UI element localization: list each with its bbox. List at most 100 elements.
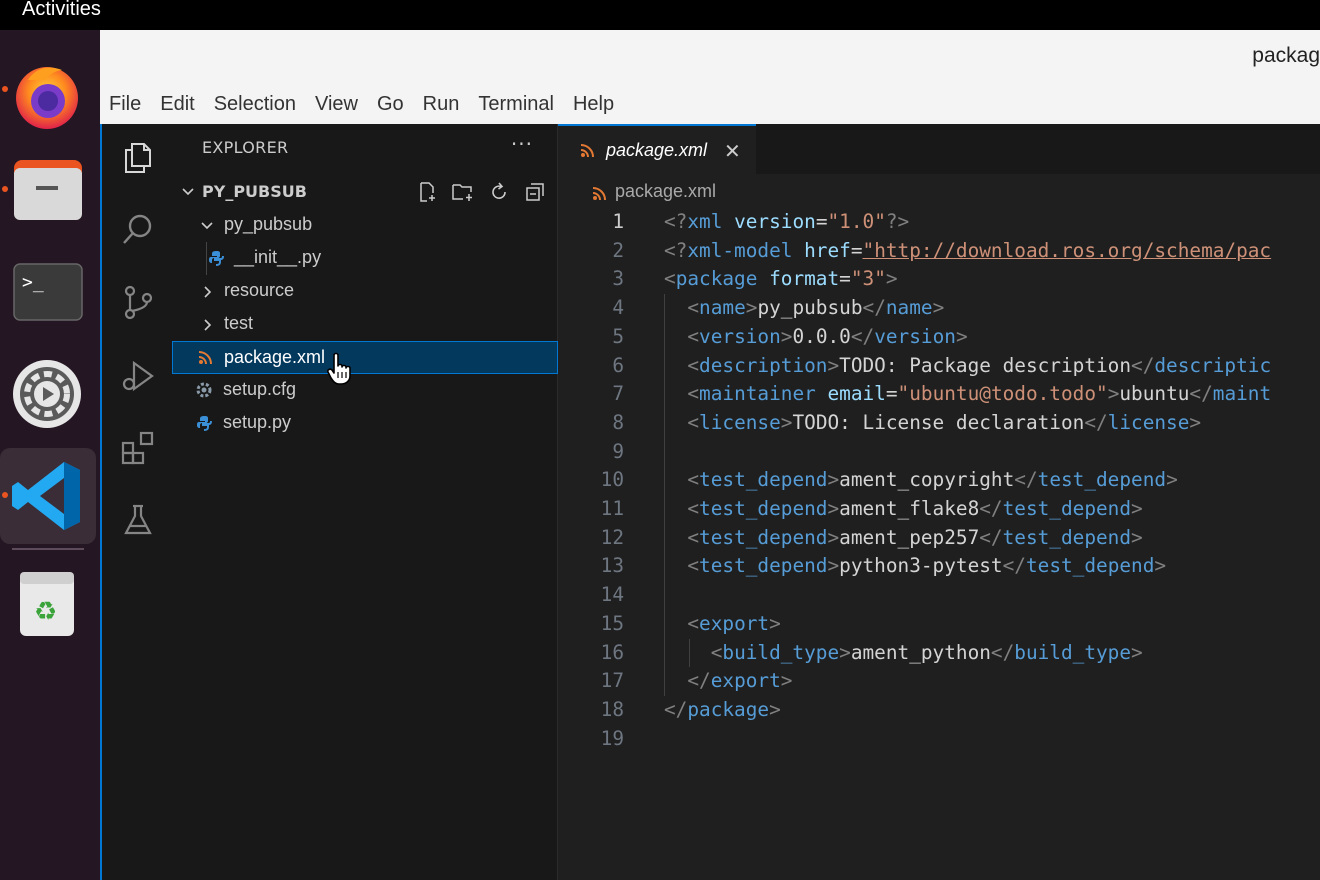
menu-run[interactable]: Run [423,93,460,116]
tree-folder-resource[interactable]: resource [172,275,558,308]
ubuntu-dock: >_ ♻ [0,30,100,880]
rss-xml-file-icon [580,143,594,162]
search-icon[interactable] [118,210,158,250]
indent-guide [664,294,665,696]
window-title: packag [1252,44,1320,67]
menu-file[interactable]: File [109,93,141,116]
running-indicator [2,86,8,92]
source-control-icon[interactable] [118,282,158,322]
tab-package-xml[interactable]: package.xml ✕ [558,124,756,174]
code-line[interactable]: 18 </package> [558,696,1320,725]
more-actions-button[interactable]: ··· [511,132,533,156]
tree-item-label: __init__.py [234,247,322,267]
line-content: <test_depend>ament_pep257</test_depend> [687,525,1143,549]
dock-settings[interactable] [0,346,96,442]
menu-edit[interactable]: Edit [160,93,194,116]
code-line[interactable]: 13 <test_depend>python3-pytest</test_dep… [558,552,1320,581]
gear-file-icon [196,382,212,398]
editor-area: package.xml ✕ package.xml 1 <?xml version… [558,124,1320,880]
indent-guide [689,638,690,668]
close-icon[interactable]: ✕ [724,139,741,163]
line-number: 19 [600,726,624,750]
workspace-folder-name: PY_PUBSUB [202,182,307,201]
line-number: 10 [600,468,624,492]
tree-file-setup-py[interactable]: setup.py [172,407,558,440]
line-content: <export> [687,611,781,635]
running-indicator [2,186,8,192]
run-debug-icon[interactable] [118,356,158,396]
dock-trash[interactable]: ♻ [0,556,96,652]
chevron-right-icon [204,286,212,298]
line-content: <test_depend>ament_flake8</test_depend> [687,497,1143,520]
code-line[interactable]: 6 <description>TODO: Package description… [558,352,1320,381]
tree-indent-guide [206,242,207,275]
menu-selection[interactable]: Selection [214,93,296,116]
menu-terminal[interactable]: Terminal [478,93,554,116]
code-line[interactable]: 4 <name>py_pubsub</name> [558,294,1320,323]
collapse-all-icon[interactable] [522,180,548,204]
breadcrumb: package.xml [558,174,1320,210]
line-number: 12 [600,525,624,549]
menu-view[interactable]: View [315,93,358,116]
running-indicator [2,492,8,498]
line-number: 9 [612,439,624,463]
dock-files[interactable] [0,152,96,248]
tree-file-package-xml[interactable]: package.xml [172,341,558,374]
code-line[interactable]: 16 <build_type>ament_python</build_type> [558,639,1320,668]
line-content: <build_type>ament_python</build_type> [710,640,1143,664]
line-number: 7 [612,382,624,406]
code-line[interactable]: 8 <license>TODO: License declaration</li… [558,409,1320,438]
code-line[interactable]: 12 <test_depend>ament_pep257</test_depen… [558,524,1320,553]
line-content: </package> [664,697,781,721]
new-folder-icon[interactable] [450,180,476,204]
hand-cursor-icon [327,352,351,385]
line-number: 3 [612,267,624,291]
settings-icon [13,360,81,428]
code-line[interactable]: 9 [558,438,1320,467]
chevron-down-icon [201,222,213,230]
files-icon [14,160,82,220]
code-line[interactable]: 14 [558,581,1320,610]
activities-button[interactable]: Activities [22,0,101,21]
line-number: 2 [612,238,624,262]
line-content: <test_depend>python3-pytest</test_depend… [687,554,1167,578]
code-line[interactable]: 10 <test_depend>ament_copyright</test_de… [558,466,1320,495]
tree-file-init-py[interactable]: __init__.py [172,242,558,275]
code-line[interactable]: 3 <package format="3"> [558,265,1320,294]
extensions-icon[interactable] [118,428,158,468]
code-line[interactable]: 1 <?xml version="1.0"?> [558,208,1320,237]
new-file-icon[interactable] [414,180,440,204]
rss-xml-file-icon [197,350,213,366]
testing-icon[interactable] [118,500,158,540]
tree-folder-py-pubsub[interactable]: py_pubsub [172,209,558,242]
svg-text:>_: >_ [22,272,44,293]
code-line[interactable]: 5 <version>0.0.0</version> [558,323,1320,352]
tree-item-label: test [224,313,254,333]
firefox-icon [16,67,78,129]
code-line[interactable]: 7 <maintainer email="ubuntu@todo.todo">u… [558,380,1320,409]
code-line[interactable]: 2 <?xml-model href="http://download.ros.o… [558,237,1320,266]
code-line[interactable]: 11 <test_depend>ament_flake8</test_depen… [558,495,1320,524]
tree-file-setup-cfg[interactable]: setup.cfg [172,374,558,407]
refresh-icon[interactable] [486,180,512,204]
explorer-icon[interactable] [118,138,158,178]
dock-terminal[interactable]: >_ [0,254,96,350]
code-line[interactable]: 15 <export> [558,610,1320,639]
python-file-icon [196,415,212,431]
tree-item-label: package.xml [224,347,326,367]
line-content: <test_depend>ament_copyright</test_depen… [687,468,1178,492]
dock-vscode[interactable] [0,448,96,544]
chevron-right-icon [204,319,212,331]
code-line[interactable]: 19 [558,725,1320,754]
dock-separator [12,548,84,550]
line-content: <?xml version="1.0"?> [664,210,910,233]
menu-help[interactable]: Help [573,93,614,116]
tree-folder-test[interactable]: test [172,308,558,341]
code-line[interactable]: 17 </export> [558,667,1320,696]
workspace-folder-header[interactable]: PY_PUBSUB [172,176,558,208]
line-number: 11 [600,497,624,520]
breadcrumb-file[interactable]: package.xml [615,181,716,202]
dock-firefox[interactable] [0,46,96,142]
line-content: <maintainer email="ubuntu@todo.todo">ubu… [687,382,1272,406]
menu-go[interactable]: Go [377,93,404,116]
